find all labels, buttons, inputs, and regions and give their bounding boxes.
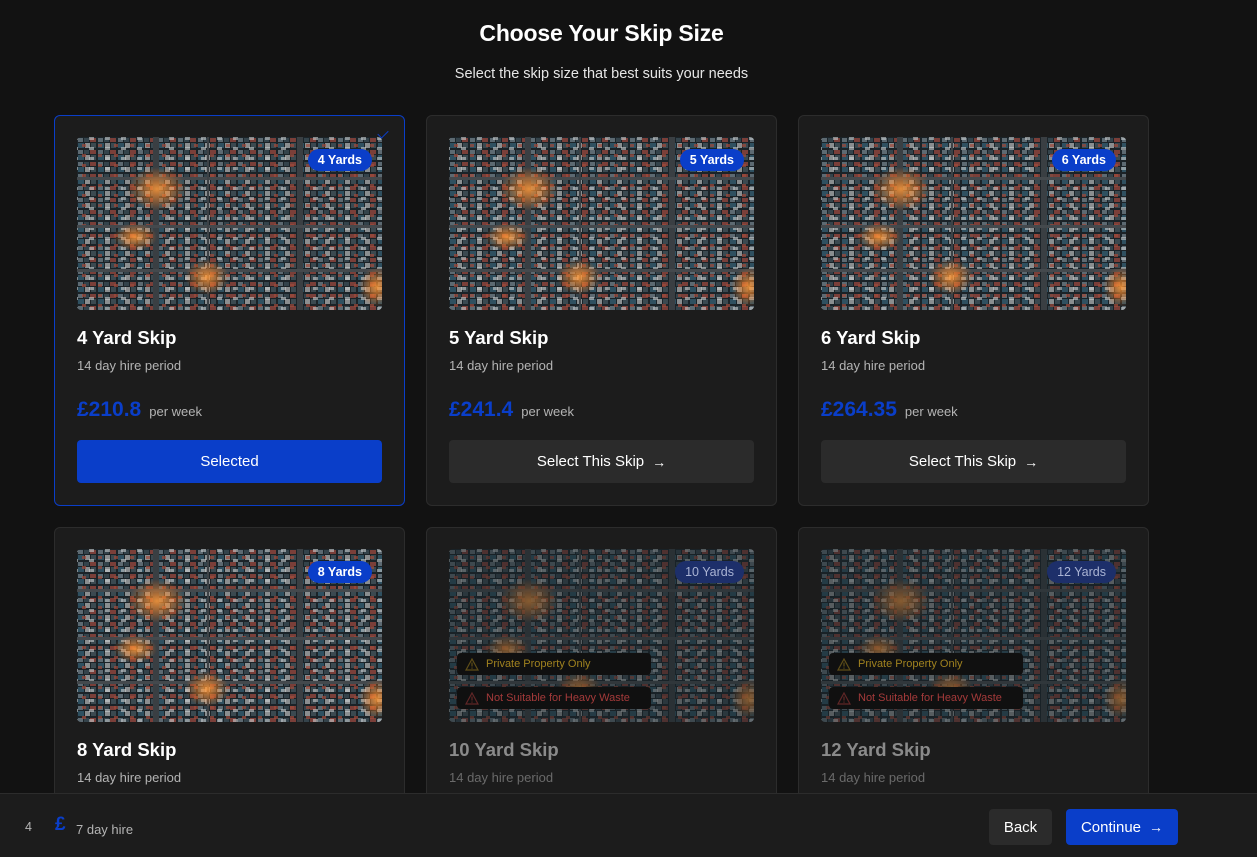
price: £210.8 bbox=[77, 398, 142, 421]
select-skip-button[interactable]: Select This Skip → bbox=[449, 440, 754, 483]
private-property-warning: Private Property Only bbox=[457, 653, 651, 675]
price-unit: per week bbox=[904, 404, 958, 419]
page-title: Choose Your Skip Size bbox=[479, 20, 724, 46]
footer-period: 7 day hire bbox=[76, 822, 134, 837]
skip-image: 10 Yards Private Property Only Not Suita… bbox=[449, 549, 754, 722]
price-unit: per week bbox=[149, 404, 202, 419]
price: £264.35 bbox=[821, 398, 897, 421]
size-badge: 6 Yards bbox=[1051, 149, 1116, 171]
select-skip-button[interactable]: Select This Skip → bbox=[821, 440, 1126, 483]
skip-card-10-yard[interactable]: 10 Yards Private Property Only Not Suita… bbox=[426, 527, 777, 827]
continue-button[interactable]: Continue → bbox=[1066, 809, 1178, 845]
warning-triangle-icon bbox=[837, 691, 851, 705]
price: £241.4 bbox=[449, 398, 514, 421]
skip-card-4-yard[interactable]: 4 Yards 4 Yard Skip 14 day hire period £… bbox=[54, 115, 405, 506]
selected-button[interactable]: Selected bbox=[77, 440, 382, 483]
check-icon bbox=[377, 127, 389, 139]
size-badge: 4 Yards bbox=[307, 149, 372, 171]
skip-card-8-yard[interactable]: 8 Yards 8 Yard Skip 14 day hire period bbox=[54, 527, 405, 827]
warning-text: Private Property Only bbox=[858, 658, 963, 670]
page-subtitle: Select the skip size that best suits you… bbox=[454, 66, 749, 82]
size-badge: 5 Yards bbox=[679, 149, 744, 171]
skip-card-5-yard[interactable]: 5 Yards 5 Yard Skip 14 day hire period £… bbox=[426, 115, 777, 506]
arrow-right-icon: → bbox=[1024, 453, 1039, 470]
heavy-waste-warning: Not Suitable for Heavy Waste bbox=[457, 687, 651, 709]
button-label: Select This Skip bbox=[908, 453, 1017, 470]
warning-text: Private Property Only bbox=[486, 658, 591, 670]
hire-period: 14 day hire period bbox=[821, 358, 926, 373]
footer-size: 4 bbox=[25, 820, 32, 834]
hire-period: 14 day hire period bbox=[449, 770, 554, 785]
footer-bar: 4 £ 7 day hire Back Continue → bbox=[0, 793, 1257, 857]
footer-currency: £ bbox=[55, 814, 66, 835]
skip-image: 12 Yards Private Property Only Not Suita… bbox=[821, 549, 1126, 722]
price-row: £210.8 per week bbox=[77, 398, 202, 422]
skip-card-6-yard[interactable]: 6 Yards 6 Yard Skip 14 day hire period £… bbox=[798, 115, 1149, 506]
card-title: 6 Yard Skip bbox=[821, 327, 921, 348]
warning-text: Not Suitable for Heavy Waste bbox=[858, 692, 1002, 704]
card-title: 10 Yard Skip bbox=[449, 739, 559, 760]
price-unit: per week bbox=[521, 404, 574, 419]
continue-label: Continue bbox=[1080, 818, 1142, 836]
size-badge: 12 Yards bbox=[1047, 561, 1116, 583]
card-title: 8 Yard Skip bbox=[77, 739, 177, 760]
card-title: 4 Yard Skip bbox=[77, 327, 177, 348]
heavy-waste-warning: Not Suitable for Heavy Waste bbox=[829, 687, 1023, 709]
skip-image: 8 Yards bbox=[77, 549, 382, 722]
arrow-right-icon: → bbox=[652, 453, 667, 470]
price-row: £241.4 per week bbox=[449, 398, 574, 422]
back-label: Back bbox=[1003, 818, 1038, 836]
hire-period: 14 day hire period bbox=[77, 358, 182, 373]
warning-triangle-icon bbox=[465, 657, 479, 671]
button-label: Selected bbox=[200, 453, 259, 470]
card-title: 12 Yard Skip bbox=[821, 739, 931, 760]
warning-text: Not Suitable for Heavy Waste bbox=[486, 692, 630, 704]
warning-triangle-icon bbox=[837, 657, 851, 671]
skip-card-12-yard[interactable]: 12 Yards Private Property Only Not Suita… bbox=[798, 527, 1149, 827]
button-label: Select This Skip bbox=[536, 453, 645, 470]
private-property-warning: Private Property Only bbox=[829, 653, 1023, 675]
size-badge: 10 Yards bbox=[675, 561, 744, 583]
skip-image: 5 Yards bbox=[449, 137, 754, 310]
warning-triangle-icon bbox=[465, 691, 479, 705]
hire-period: 14 day hire period bbox=[449, 358, 554, 373]
hire-period: 14 day hire period bbox=[821, 770, 926, 785]
card-title: 5 Yard Skip bbox=[449, 327, 549, 348]
skip-image: 6 Yards bbox=[821, 137, 1126, 310]
size-badge: 8 Yards bbox=[307, 561, 372, 583]
back-button[interactable]: Back bbox=[989, 809, 1052, 845]
arrow-right-icon: → bbox=[1149, 819, 1164, 835]
skip-image: 4 Yards bbox=[77, 137, 382, 310]
price-row: £264.35 per week bbox=[821, 398, 958, 422]
hire-period: 14 day hire period bbox=[77, 770, 182, 785]
